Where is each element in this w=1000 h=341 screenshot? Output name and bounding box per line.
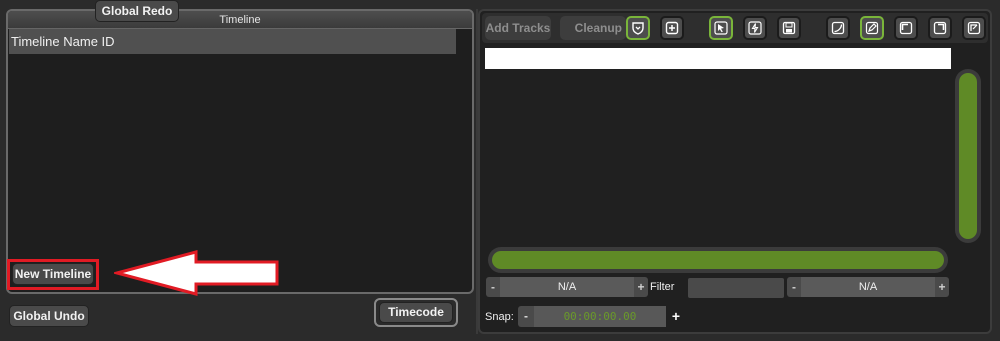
filter-input[interactable] — [688, 278, 784, 298]
left-stepper-value[interactable]: N/A — [500, 277, 634, 297]
left-stepper-increment[interactable]: + — [634, 277, 648, 297]
timeline-ruler-bar[interactable] — [485, 48, 951, 69]
timecode-button-frame: Timecode — [374, 298, 458, 327]
cleanup-button[interactable]: Cleanup — [560, 16, 626, 40]
bolt-icon[interactable] — [743, 16, 767, 40]
save-icon[interactable] — [777, 16, 801, 40]
global-undo-button[interactable]: Global Undo — [9, 305, 89, 327]
filter-label: Filter — [650, 281, 675, 293]
timecode-button[interactable]: Timecode — [379, 302, 453, 323]
timeline-panel-title: Timeline — [8, 11, 472, 29]
curve-in-icon[interactable] — [826, 16, 850, 40]
right-range-stepper: - N/A + — [787, 277, 949, 297]
snap-decrement-button[interactable]: - — [518, 306, 534, 327]
horizontal-scrollbar-thumb[interactable] — [492, 251, 944, 269]
corner-tr-icon[interactable] — [928, 16, 952, 40]
timeline-list-header[interactable]: Timeline Name ID — [9, 29, 456, 54]
annotation-highlight-box — [7, 259, 99, 290]
add-tracks-button[interactable]: Add Tracks — [485, 16, 551, 40]
snap-value-field[interactable]: 00:00:00.00 — [534, 306, 666, 327]
shield-down-icon[interactable] — [626, 16, 650, 40]
right-stepper-value[interactable]: N/A — [801, 277, 935, 297]
annotation-arrow-icon — [114, 250, 279, 296]
left-stepper-decrement[interactable]: - — [486, 277, 500, 297]
vertical-scrollbar-thumb[interactable] — [959, 73, 977, 239]
left-range-stepper: - N/A + — [486, 277, 648, 297]
snap-label: Snap: — [485, 311, 514, 323]
global-redo-button[interactable]: Global Redo — [95, 0, 179, 22]
snap-increment-button[interactable]: + — [667, 306, 685, 327]
app-root: Timeline Timeline Name ID New Timeline G… — [0, 0, 1000, 341]
corner-tl-icon[interactable] — [894, 16, 918, 40]
pen-icon[interactable] — [860, 16, 884, 40]
pointer-icon[interactable] — [709, 16, 733, 40]
plus-box-icon[interactable] — [660, 16, 684, 40]
corner-arrow-icon[interactable] — [962, 16, 986, 40]
right-stepper-increment[interactable]: + — [935, 277, 949, 297]
right-stepper-decrement[interactable]: - — [787, 277, 801, 297]
